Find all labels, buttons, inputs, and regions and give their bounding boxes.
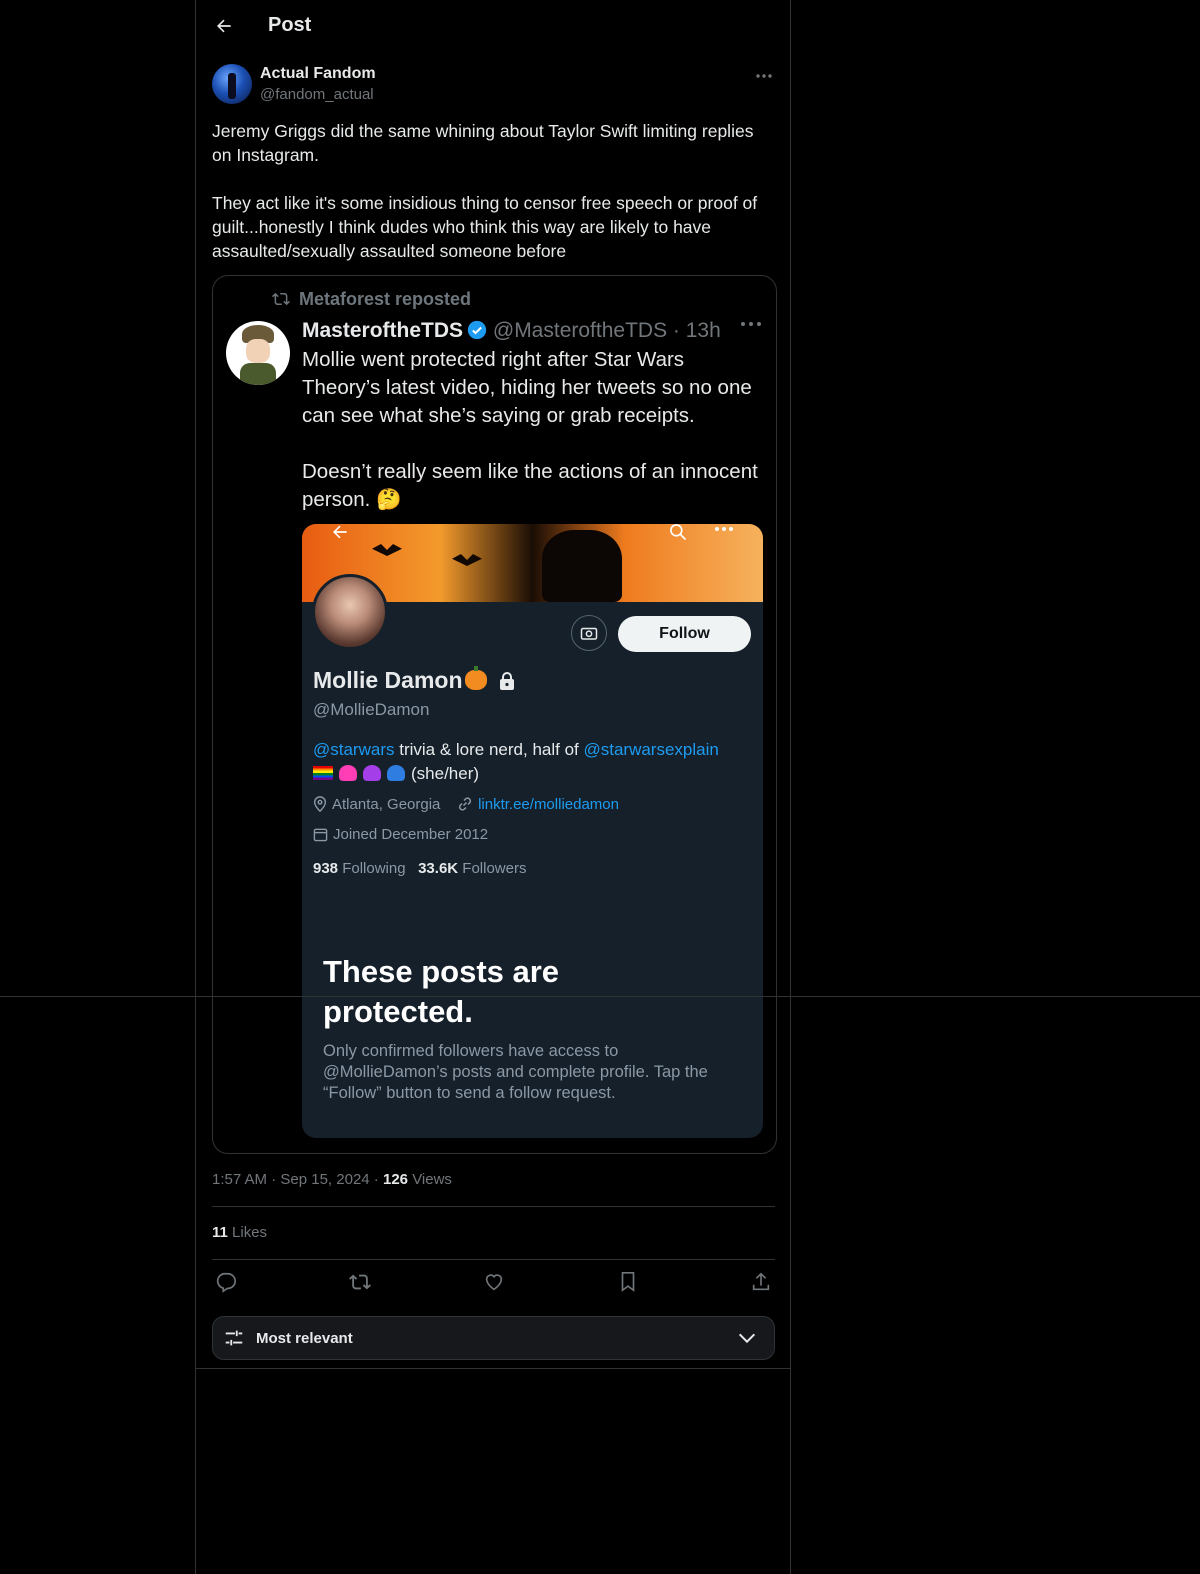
link-icon <box>459 797 472 811</box>
embedded-handle-time: @MasteroftheTDS · 13h <box>492 319 721 342</box>
more-button[interactable] <box>752 66 776 86</box>
bookmark-icon <box>621 1272 635 1292</box>
post-text: Jeremy Griggs did the same whining about… <box>212 121 758 261</box>
sort-label: Most relevant <box>256 1330 353 1347</box>
repost-button[interactable] <box>346 1268 374 1296</box>
profile-follow-button: Follow <box>618 616 751 652</box>
purple-heart-icon <box>363 765 381 781</box>
profile-handle: @MollieDamon <box>313 700 430 719</box>
embedded-text: Mollie went protected right after Star W… <box>302 348 758 511</box>
more-icon <box>756 74 772 78</box>
repost-icon <box>349 1274 371 1290</box>
post-date[interactable]: Sep 15, 2024 <box>280 1171 369 1188</box>
embedded-more-icon <box>741 322 761 326</box>
profile-follow-counts: 938 Following 33.6K Followers <box>313 860 526 877</box>
embedded-profile-screenshot: Follow Mollie Damon @MollieDamon @starwa… <box>302 524 763 1138</box>
chevron-down-icon <box>738 1333 756 1344</box>
camera-icon <box>571 615 607 651</box>
protected-text: Only confirmed followers have access to … <box>323 1042 708 1102</box>
share-button[interactable] <box>747 1268 775 1296</box>
reply-button[interactable] <box>212 1268 240 1296</box>
embedded-repost-text: Metaforest reposted <box>299 289 472 309</box>
page-title: Post <box>268 14 312 36</box>
sliders-icon <box>225 1330 243 1346</box>
profile-name: Mollie Damon <box>313 666 515 694</box>
profile-more-icon <box>715 527 733 531</box>
post-time[interactable]: 1:57 AM <box>212 1171 267 1188</box>
share-icon <box>752 1272 770 1291</box>
verified-badge-icon <box>467 320 487 340</box>
profile-joined: Joined December 2012 <box>313 826 488 843</box>
reply-icon <box>216 1272 236 1293</box>
profile-name-text: Mollie Damon <box>313 667 463 693</box>
action-bar <box>212 1268 775 1298</box>
followers-label: Followers <box>462 860 527 877</box>
arrow-left-icon <box>217 19 231 33</box>
embedded-repost-indicator: Metaforest reposted <box>271 289 471 310</box>
profile-bio: @starwars trivia & lore nerd, half of @s… <box>313 738 753 786</box>
bio-mention-starwars: @starwars <box>313 740 395 759</box>
embedded-author: MasteroftheTDS @MasteroftheTDS · 13h <box>302 319 721 343</box>
bio-text: trivia & lore nerd, half of <box>394 740 584 759</box>
author-handle[interactable]: @fandom_actual <box>260 86 374 103</box>
embedded-avatar <box>226 321 290 385</box>
calendar-icon <box>313 828 328 842</box>
profile-avatar <box>312 574 388 650</box>
bio-mention-explain: @starwarsexplain <box>583 740 719 759</box>
views-label: Views <box>412 1171 452 1188</box>
overlay-guide-line <box>0 996 1200 997</box>
profile-back-icon <box>333 525 347 539</box>
author-name[interactable]: Actual Fandom <box>260 65 376 83</box>
profile-search-icon <box>670 524 687 541</box>
following-count: 938 <box>313 860 339 877</box>
reply-sort-dropdown[interactable]: Most relevant <box>212 1316 775 1360</box>
likes-count: 11 <box>212 1224 228 1241</box>
repost-icon <box>272 292 290 306</box>
page-header: Post <box>196 0 792 53</box>
protected-heading: These posts are protected. <box>323 954 560 1029</box>
followers-count: 33.6K <box>418 860 459 877</box>
divider <box>212 1206 775 1207</box>
author-avatar[interactable] <box>212 64 252 104</box>
following-label: Following <box>342 860 406 877</box>
pink-heart-icon <box>339 765 357 781</box>
post-image[interactable]: Metaforest reposted MasteroftheTDS @Mast… <box>212 275 777 1154</box>
post-author: Actual Fandom @fandom_actual <box>212 64 776 106</box>
main-column: Post Actual Fandom @fandom_actual Jeremy… <box>195 0 791 1574</box>
location-icon <box>313 796 327 813</box>
like-button[interactable] <box>480 1268 508 1296</box>
divider <box>212 1259 775 1260</box>
back-button[interactable] <box>210 12 238 40</box>
profile-joined-text: Joined December 2012 <box>333 826 489 843</box>
views-count: 126 <box>382 1171 409 1188</box>
bio-pronouns: (she/her) <box>411 764 480 783</box>
profile-meta: Atlanta, Georgia linktr.ee/molliedamon <box>313 796 619 813</box>
lock-icon <box>499 672 514 690</box>
profile-link: linktr.ee/molliedamon <box>478 796 619 813</box>
profile-location: Atlanta, Georgia <box>332 796 441 813</box>
likes-stat[interactable]: 11 Likes <box>212 1224 267 1241</box>
rainbow-flag-icon <box>313 766 333 780</box>
embedded-author-name: MasteroftheTDS <box>302 319 464 342</box>
heart-icon <box>485 1274 503 1291</box>
bookmark-button[interactable] <box>614 1268 642 1296</box>
blue-heart-icon <box>387 765 405 781</box>
post-meta: 1:57 AM · Sep 15, 2024 · 126 Views <box>212 1171 452 1188</box>
likes-label: Likes <box>232 1224 268 1241</box>
divider <box>196 1368 790 1369</box>
pumpkin-icon <box>464 666 487 690</box>
